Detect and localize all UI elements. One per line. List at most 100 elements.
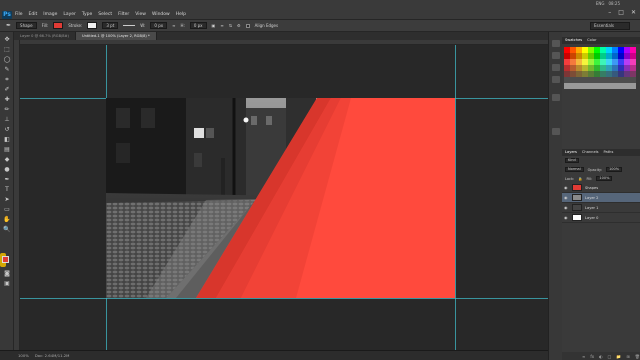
menu-select[interactable]: Select <box>98 12 112 17</box>
hand-tool-icon[interactable]: ✋ <box>3 216 11 223</box>
workspace-select[interactable]: Essentials <box>590 22 630 30</box>
crop-tool-icon[interactable]: ⌗ <box>3 76 11 83</box>
path-operations-icon[interactable]: ▣ <box>212 23 216 28</box>
clone-stamp-tool-icon[interactable]: ⊥ <box>3 116 11 123</box>
swatches-grid[interactable] <box>563 46 636 90</box>
zoom-tool-icon[interactable]: 🔍 <box>3 226 11 233</box>
tab-layers[interactable]: Layers <box>565 149 577 156</box>
paragraph-panel-icon[interactable] <box>552 76 560 83</box>
eye-icon[interactable]: ◉ <box>564 185 569 190</box>
path-arrangement-icon[interactable]: ⇅ <box>229 23 232 28</box>
fx-icon[interactable]: fx <box>590 354 594 359</box>
fill-swatch[interactable] <box>53 22 64 29</box>
menu-items: File Edit Image Layer Type Select Filter… <box>15 12 186 17</box>
eyedropper-tool-icon[interactable]: ✐ <box>3 86 11 93</box>
stroke-swatch[interactable] <box>87 22 98 29</box>
properties-panel-icon[interactable] <box>552 128 560 135</box>
menu-view[interactable]: View <box>135 12 146 17</box>
minimize-button[interactable]: – <box>608 9 611 16</box>
link-icon[interactable]: ∞ <box>172 23 175 28</box>
fill-field[interactable]: 100% <box>596 176 613 181</box>
quick-mask-icon[interactable]: ◙ <box>3 270 11 277</box>
h-label: H: <box>180 23 185 28</box>
tab-swatches[interactable]: Swatches <box>565 37 582 44</box>
stroke-width-field[interactable]: 3 pt <box>102 22 119 29</box>
pen-tool-icon[interactable]: ✒ <box>3 176 11 183</box>
menu-filter[interactable]: Filter <box>118 12 129 17</box>
path-selection-tool-icon[interactable]: ➤ <box>3 196 11 203</box>
maximize-button[interactable]: □ <box>618 9 624 16</box>
path-alignment-icon[interactable]: ≡ <box>220 23 223 28</box>
menu-window[interactable]: Window <box>152 12 170 17</box>
blur-tool-icon[interactable]: ◆ <box>3 156 11 163</box>
document-canvas[interactable] <box>106 98 455 298</box>
menu-edit[interactable]: Edit <box>29 12 38 17</box>
layer-row[interactable]: ◉ Shapes <box>562 183 640 193</box>
swatch[interactable] <box>630 83 636 89</box>
lasso-tool-icon[interactable]: ◯ <box>3 56 11 63</box>
lock-icon[interactable]: 🔒 <box>578 177 582 181</box>
zoom-level[interactable]: 100% <box>18 353 29 358</box>
lock-row: Lock: 🔒 Fill: 100% <box>562 174 640 183</box>
close-button[interactable]: ✕ <box>631 9 636 16</box>
tab-channels[interactable]: Channels <box>582 149 599 156</box>
layer-name: Shapes <box>585 185 599 190</box>
shape-mode-select[interactable]: Shape <box>16 22 37 29</box>
menu-type[interactable]: Type <box>82 12 92 17</box>
menu-layer[interactable]: Layer <box>63 12 76 17</box>
guide-vertical[interactable] <box>455 45 456 350</box>
eraser-tool-icon[interactable]: ◧ <box>3 136 11 143</box>
canvas-area[interactable] <box>20 45 548 350</box>
pen-tool-icon[interactable]: ✒ <box>6 22 11 29</box>
add-mask-icon[interactable]: □ <box>608 354 612 359</box>
healing-brush-tool-icon[interactable]: ✚ <box>3 96 11 103</box>
height-field[interactable]: 0 px <box>189 22 207 29</box>
new-group-icon[interactable]: 📁 <box>616 354 621 359</box>
history-brush-tool-icon[interactable]: ↺ <box>3 126 11 133</box>
trash-icon[interactable]: 🗑 <box>635 354 640 359</box>
menu-image[interactable]: Image <box>43 12 57 17</box>
width-field[interactable]: 0 px <box>150 22 168 29</box>
foreground-color-swatch[interactable] <box>2 256 9 263</box>
history-panel-icon[interactable] <box>552 40 560 47</box>
adjustments-panel-icon[interactable] <box>552 94 560 101</box>
rectangle-tool-icon[interactable]: ▭ <box>3 206 11 213</box>
tab-paths[interactable]: Paths <box>604 149 614 156</box>
kind-filter-select[interactable]: Kind <box>565 158 579 163</box>
layer-row[interactable]: ◉ Layer 0 <box>562 213 640 223</box>
layer-row[interactable]: ◉ Layer 1 <box>562 203 640 213</box>
align-edges-checkbox[interactable] <box>245 23 250 28</box>
eye-icon[interactable]: ◉ <box>564 205 569 210</box>
guide-horizontal[interactable] <box>20 298 548 299</box>
language-indicator[interactable]: ENG <box>596 1 605 6</box>
brush-panel-icon[interactable] <box>552 52 560 59</box>
screen-mode-icon[interactable]: ▣ <box>3 280 11 287</box>
new-layer-icon[interactable]: ⊞ <box>626 354 629 359</box>
align-edges-label: Align Edges <box>254 23 279 28</box>
tab-untitled-1[interactable]: Untitled-1 @ 100% (Layer 2, RGB/8) * <box>75 32 157 40</box>
marquee-tool-icon[interactable]: ⬚ <box>3 46 11 53</box>
type-tool-icon[interactable]: T <box>3 186 11 193</box>
link-layers-icon[interactable]: ∞ <box>582 354 585 359</box>
dodge-tool-icon[interactable]: ● <box>3 166 11 173</box>
blend-mode-select[interactable]: Normal <box>565 167 584 172</box>
street-photo-image <box>106 98 455 298</box>
tab-color[interactable]: Color <box>587 37 596 44</box>
opacity-field[interactable]: 100% <box>606 167 623 172</box>
tab-layer-0[interactable]: Layer 0 @ 66.7% (RGB/8#) <box>14 32 76 40</box>
menu-file[interactable]: File <box>15 12 23 17</box>
stroke-style-select[interactable] <box>123 25 136 26</box>
layer-thumbnail <box>572 204 582 211</box>
layer-row[interactable]: ◉ Layer 2 <box>562 193 640 203</box>
document-tabs: Layer 0 @ 66.7% (RGB/8#) Untitled-1 @ 10… <box>14 32 548 40</box>
brush-tool-icon[interactable]: ✏ <box>3 106 11 113</box>
gear-icon[interactable]: ⚙ <box>237 23 241 28</box>
move-tool-icon[interactable]: ✥ <box>3 36 11 43</box>
gradient-tool-icon[interactable]: ▤ <box>3 146 11 153</box>
eye-icon[interactable]: ◉ <box>564 195 569 200</box>
adjustment-layer-icon[interactable]: ◐ <box>599 354 603 359</box>
eye-icon[interactable]: ◉ <box>564 215 569 220</box>
character-panel-icon[interactable] <box>552 64 560 71</box>
menu-help[interactable]: Help <box>176 12 186 17</box>
quick-select-tool-icon[interactable]: ✎ <box>3 66 11 73</box>
